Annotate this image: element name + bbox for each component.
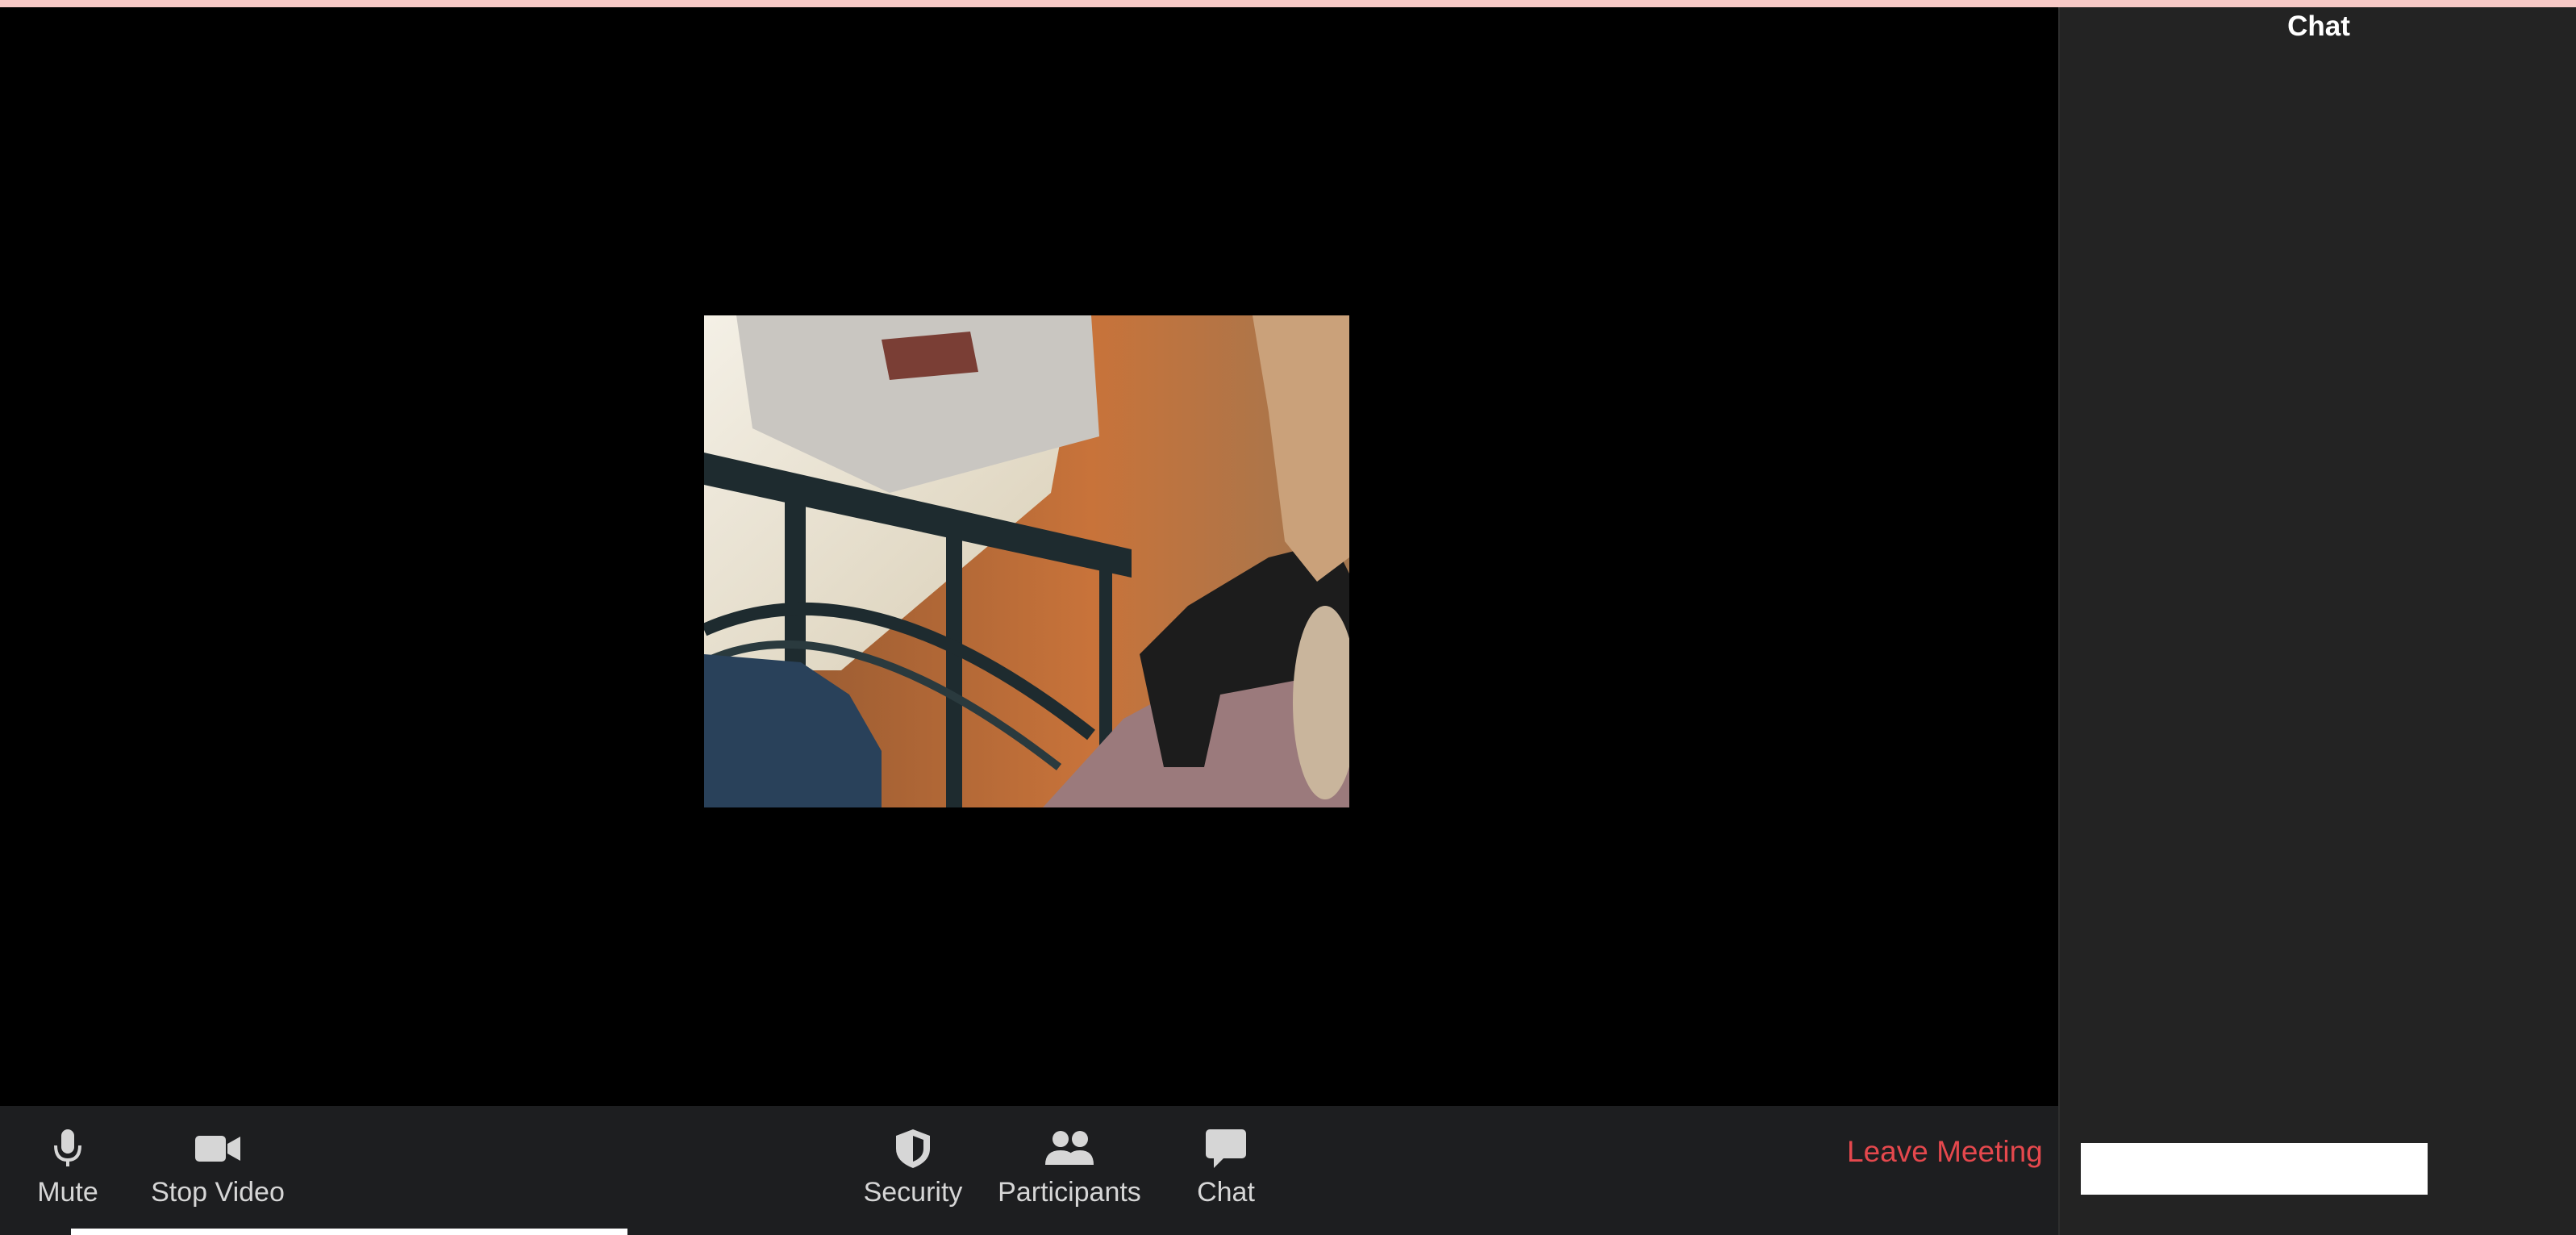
video-area [0, 7, 2058, 1106]
video-camera-icon [194, 1125, 242, 1172]
leave-meeting-button[interactable]: Leave Meeting [1847, 1135, 2043, 1169]
chat-panel: Chat [2058, 7, 2576, 1235]
chat-panel-title: Chat [2287, 10, 2350, 42]
mute-button[interactable]: Mute [31, 1125, 105, 1214]
mute-label: Mute [37, 1177, 98, 1208]
participants-button[interactable]: Participants [990, 1125, 1148, 1214]
webcam-video-frame [704, 315, 1349, 807]
chat-label: Chat [1197, 1177, 1255, 1208]
security-label: Security [863, 1177, 963, 1208]
stop-video-button[interactable]: Stop Video [145, 1125, 290, 1214]
microphone-icon [52, 1125, 84, 1172]
participant-video-tile[interactable] [704, 315, 1349, 807]
taskbar-active-indicator [71, 1229, 627, 1235]
chat-message-input[interactable] [2081, 1143, 2428, 1195]
security-button[interactable]: Security [857, 1125, 969, 1214]
stop-video-label: Stop Video [151, 1177, 285, 1208]
chat-button[interactable]: Chat [1186, 1125, 1266, 1214]
window-top-strip [0, 0, 2576, 7]
people-icon [1044, 1125, 1095, 1172]
chat-bubble-icon [1204, 1125, 1248, 1172]
meeting-toolbar: Mute Stop Video Security Participants Ch… [0, 1106, 2058, 1235]
meeting-window: Mute Stop Video Security Participants Ch… [0, 0, 2576, 1235]
participants-label: Participants [998, 1177, 1141, 1208]
shield-icon [893, 1125, 933, 1172]
